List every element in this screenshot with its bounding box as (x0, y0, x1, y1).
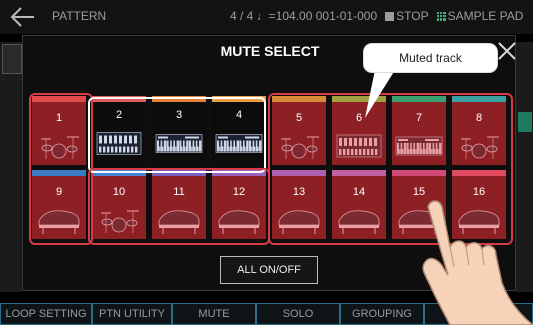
tempo-position-readout: 4 / 4 ♩=104.00 001-01-000 (230, 9, 378, 23)
hand-pointer-icon (422, 200, 533, 325)
status-bar: PATTERN 4 / 4 ♩=104.00 001-01-000 STOP SAM… (0, 0, 533, 34)
background-panel-left (0, 42, 22, 292)
muted-track-callout: Muted track (364, 44, 497, 72)
tab-solo[interactable]: SOLO (256, 303, 340, 325)
stop-label: STOP (396, 9, 429, 23)
all-on-off-button[interactable]: ALL ON/OFF (220, 256, 318, 284)
muted-group-outline (29, 93, 93, 245)
sample-pad-icon (436, 12, 446, 21)
tab-ptn-utility[interactable]: PTN UTILITY (92, 303, 172, 325)
transport-status: 4 / 4 ♩=104.00 001-01-000 STOP SAMPLE PAD (230, 9, 523, 23)
tab-mute[interactable]: MUTE (172, 303, 256, 325)
active-group-outline (88, 97, 266, 173)
sample-pad-label: SAMPLE PAD (447, 9, 524, 23)
tab-loop-setting[interactable]: LOOP SETTING (0, 303, 92, 325)
background-button (2, 44, 22, 74)
section-label: PATTERN (52, 9, 107, 23)
callout-pointer (365, 70, 395, 118)
close-icon[interactable] (496, 40, 518, 62)
muted-group-outline (88, 168, 270, 245)
back-arrow-icon[interactable] (8, 4, 38, 30)
stop-icon (385, 12, 395, 21)
background-indicator (518, 112, 532, 132)
